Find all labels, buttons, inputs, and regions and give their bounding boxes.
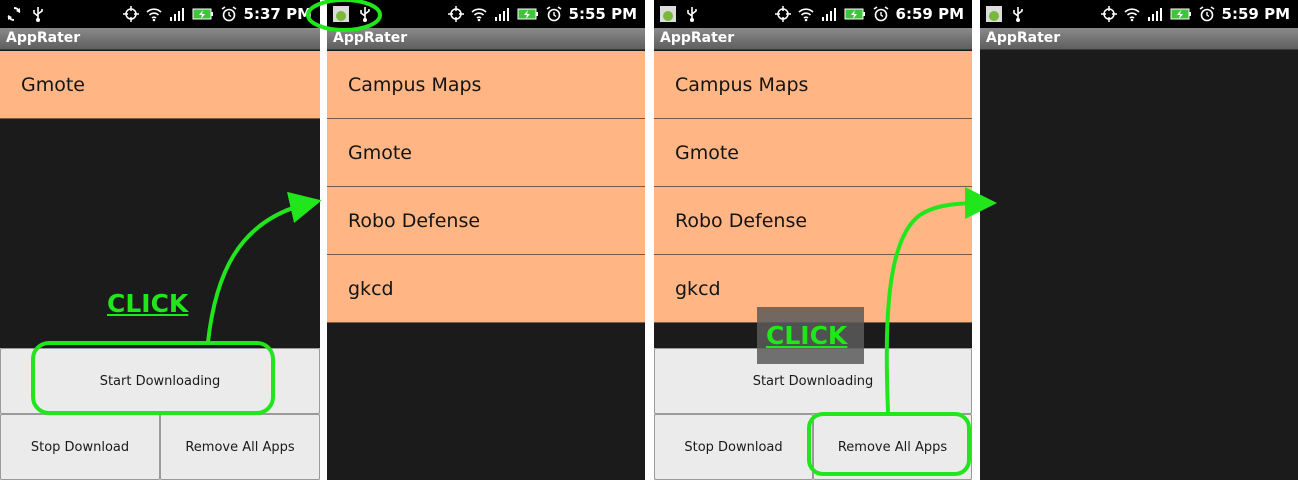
- app-title-bar: AppRater: [0, 28, 320, 50]
- list-item-label: Campus Maps: [675, 74, 809, 96]
- list-item-label: gkcd: [348, 278, 394, 300]
- status-bar: 5:55 PM: [327, 0, 645, 28]
- battery-charging-icon: [844, 6, 866, 22]
- wifi-icon: [145, 6, 162, 22]
- app-title: AppRater: [333, 30, 408, 46]
- app-title-bar: AppRater: [654, 28, 972, 50]
- gps-icon: [774, 6, 791, 22]
- sync-icon: [6, 6, 22, 22]
- phone-screen-2: 5:55 PM AppRater Campus Maps Gmote Robo …: [327, 0, 645, 480]
- click-annotation-1: CLICK: [107, 289, 189, 318]
- alarm-icon: [221, 6, 237, 22]
- stop-download-button[interactable]: Stop Download: [0, 414, 160, 480]
- battery-charging-icon: [517, 6, 539, 22]
- list-item-label: Gmote: [675, 142, 739, 164]
- status-time: 5:59 PM: [1221, 5, 1290, 23]
- app-list: Campus Maps Gmote Robo Defense gkcd: [327, 51, 645, 323]
- remove-all-apps-button[interactable]: Remove All Apps: [160, 414, 320, 480]
- list-item[interactable]: Campus Maps: [654, 51, 972, 119]
- status-time: 5:55 PM: [568, 5, 637, 23]
- app-title-bar: AppRater: [327, 28, 645, 50]
- list-item-label: Gmote: [348, 142, 412, 164]
- app-title: AppRater: [660, 30, 735, 46]
- alarm-icon: [1199, 6, 1215, 22]
- list-item-label: Campus Maps: [348, 74, 482, 96]
- android-notification-icon: [660, 6, 676, 22]
- button-panel: Start Downloading Stop Download Remove A…: [0, 348, 320, 480]
- list-item[interactable]: Campus Maps: [327, 51, 645, 119]
- usb-icon: [1010, 6, 1026, 22]
- wifi-icon: [797, 6, 814, 22]
- app-title: AppRater: [6, 30, 81, 46]
- list-item[interactable]: Gmote: [654, 119, 972, 187]
- gps-icon: [1100, 6, 1117, 22]
- app-title: AppRater: [986, 30, 1061, 46]
- remove-all-apps-button[interactable]: Remove All Apps: [813, 414, 972, 480]
- list-item[interactable]: gkcd: [327, 255, 645, 323]
- battery-charging-icon: [192, 6, 214, 22]
- gps-icon: [447, 6, 464, 22]
- button-panel: Start Downloading Stop Download Remove A…: [654, 348, 972, 480]
- click-annotation-2: CLICK: [766, 321, 848, 350]
- alarm-icon: [873, 6, 889, 22]
- start-downloading-button[interactable]: Start Downloading: [0, 348, 320, 414]
- usb-icon: [357, 6, 373, 22]
- signal-icon: [1147, 6, 1163, 22]
- status-bar: 6:59 PM: [654, 0, 972, 28]
- wifi-icon: [470, 6, 487, 22]
- list-item-label: Robo Defense: [348, 210, 481, 232]
- gps-icon: [122, 6, 139, 22]
- battery-charging-icon: [1170, 6, 1192, 22]
- list-item[interactable]: Gmote: [327, 119, 645, 187]
- usb-icon: [30, 6, 46, 22]
- list-item-label: Gmote: [21, 74, 85, 96]
- status-time: 5:37 PM: [243, 5, 312, 23]
- list-item-label: gkcd: [675, 278, 721, 300]
- phone-screen-4: 5:59 PM AppRater: [980, 0, 1298, 480]
- android-notification-icon: [986, 6, 1002, 22]
- status-time: 6:59 PM: [895, 5, 964, 23]
- app-list: Gmote: [0, 51, 320, 119]
- phone-screen-3: 6:59 PM AppRater Campus Maps Gmote Robo …: [654, 0, 972, 480]
- app-title-bar: AppRater: [980, 28, 1298, 50]
- list-item[interactable]: Gmote: [0, 51, 320, 119]
- wifi-icon: [1123, 6, 1140, 22]
- signal-icon: [494, 6, 510, 22]
- usb-icon: [684, 6, 700, 22]
- phone-screen-1: 5:37 PM AppRater Gmote Start Downloading…: [0, 0, 320, 480]
- list-item[interactable]: Robo Defense: [654, 187, 972, 255]
- signal-icon: [821, 6, 837, 22]
- status-bar: 5:37 PM: [0, 0, 320, 28]
- alarm-icon: [546, 6, 562, 22]
- app-list: Campus Maps Gmote Robo Defense gkcd: [654, 51, 972, 323]
- signal-icon: [169, 6, 185, 22]
- list-item[interactable]: Robo Defense: [327, 187, 645, 255]
- android-notification-icon: [333, 6, 349, 22]
- status-bar: 5:59 PM: [980, 0, 1298, 28]
- list-item-label: Robo Defense: [675, 210, 808, 232]
- stop-download-button[interactable]: Stop Download: [654, 414, 813, 480]
